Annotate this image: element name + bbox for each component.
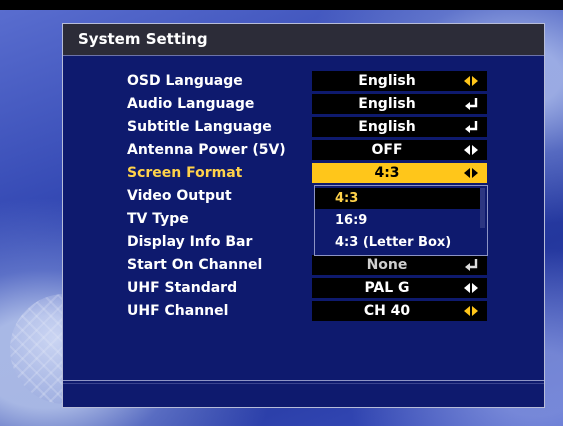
setting-label: Subtitle Language [127,119,272,135]
setting-value: OFF [371,142,403,158]
setting-row-start-on-channel[interactable]: Start On Channel None [63,254,544,277]
antenna-power-value-box[interactable]: OFF [312,140,487,160]
setting-label: TV Type [127,211,189,227]
setting-label: Video Output [127,188,232,204]
left-right-arrows-icon [463,163,479,183]
setting-label: UHF Channel [127,303,229,319]
enter-icon [463,255,479,275]
left-right-arrows-icon [463,301,479,321]
subtitle-language-value-box[interactable]: English [312,117,487,137]
enter-icon [463,117,479,137]
footer-divider [63,380,544,381]
setting-row-subtitle-language[interactable]: Subtitle Language English [63,116,544,139]
setting-row-uhf-standard[interactable]: UHF Standard PAL G [63,277,544,300]
setting-row-uhf-channel[interactable]: UHF Channel CH 40 [63,300,544,323]
top-black-bar [0,0,563,10]
uhf-channel-value-box[interactable]: CH 40 [312,301,487,321]
window-title: System Setting [78,30,208,48]
setting-value: English [358,73,416,89]
screen-format-dropdown[interactable]: 4:3 16:9 4:3 (Letter Box) [314,185,488,256]
screen-format-value-box[interactable]: 4:3 [312,163,487,183]
setting-label: Start On Channel [127,257,263,273]
footer-divider-shadow [63,383,544,384]
title-bar: System Setting [63,24,544,56]
dropdown-option-16-9[interactable]: 16:9 [315,210,487,231]
setting-value: 4:3 [374,165,400,181]
setting-value: English [358,119,416,135]
osd-language-value-box[interactable]: English [312,71,487,91]
system-setting-panel: System Setting OSD Language English Audi… [62,23,545,408]
left-right-arrows-icon [463,140,479,160]
dropdown-option-4-3[interactable]: 4:3 [315,188,483,209]
setting-value: CH 40 [363,303,411,319]
audio-language-value-box[interactable]: English [312,94,487,114]
setting-label: Audio Language [127,96,255,112]
setting-label: Screen Format [127,165,243,181]
setting-label: Antenna Power (5V) [127,142,286,158]
setting-value: English [358,96,416,112]
dropdown-scrollbar[interactable] [480,188,485,228]
setting-label: UHF Standard [127,280,238,296]
setting-row-audio-language[interactable]: Audio Language English [63,93,544,116]
start-on-channel-value-box[interactable]: None [312,255,487,275]
setting-row-screen-format[interactable]: Screen Format 4:3 [63,162,544,185]
setting-value: None [366,257,408,273]
setting-row-osd-language[interactable]: OSD Language English [63,70,544,93]
left-right-arrows-icon [463,71,479,91]
setting-label: Display Info Bar [127,234,253,250]
enter-icon [463,94,479,114]
left-right-arrows-icon [463,278,479,298]
uhf-standard-value-box[interactable]: PAL G [312,278,487,298]
setting-value: PAL G [364,280,410,296]
dropdown-option-4-3-letter-box[interactable]: 4:3 (Letter Box) [315,232,487,253]
setting-label: OSD Language [127,73,243,89]
setting-row-antenna-power[interactable]: Antenna Power (5V) OFF [63,139,544,162]
